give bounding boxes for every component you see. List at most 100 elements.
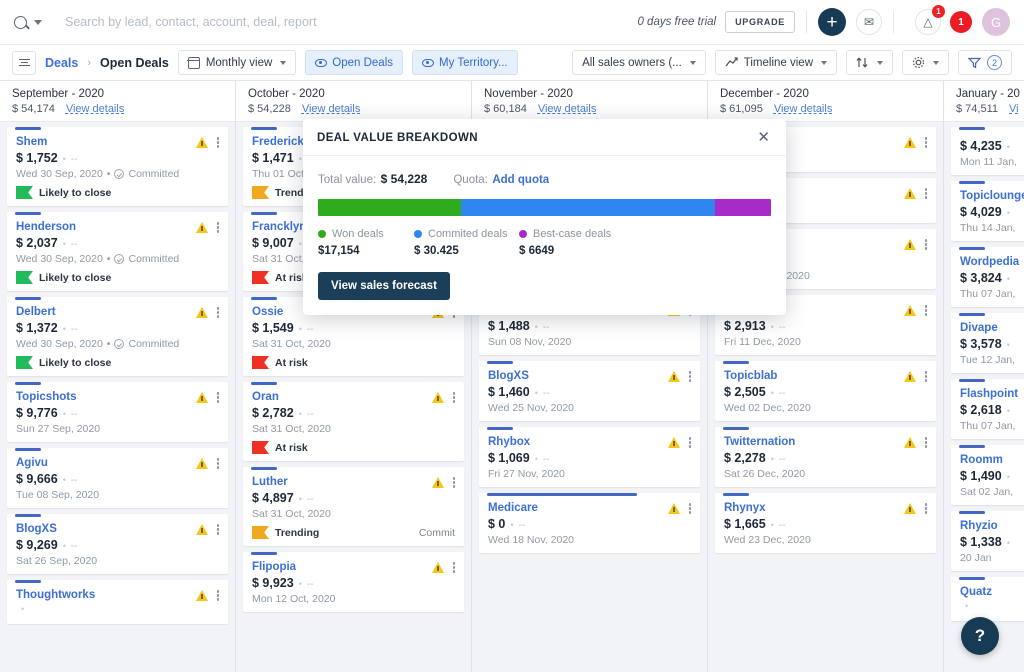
deal-name-link[interactable]: BlogXS — [16, 523, 219, 535]
warning-icon[interactable] — [904, 503, 916, 514]
alerts-badge[interactable]: 1 — [950, 11, 972, 33]
deal-name-link[interactable]: BlogXS — [488, 370, 691, 382]
filter-open-deals[interactable]: Open Deals — [305, 50, 403, 75]
deal-name-link[interactable]: Agivu — [16, 457, 219, 469]
warning-icon[interactable] — [196, 137, 208, 148]
deal-name-link[interactable]: Henderson — [16, 221, 219, 233]
add-quota-link[interactable]: Add quota — [492, 174, 549, 186]
filter-my-territory[interactable]: My Territory... — [412, 50, 518, 75]
deal-card[interactable]: Twitternation$ 2,278•--Sat 26 Dec, 2020 — [715, 427, 936, 487]
warning-icon[interactable] — [904, 437, 916, 448]
deal-card[interactable]: Topicblab$ 2,505•--Wed 02 Dec, 2020 — [715, 361, 936, 421]
warning-icon[interactable] — [904, 371, 916, 382]
settings-button[interactable] — [902, 50, 949, 75]
breadcrumb-deals[interactable]: Deals — [45, 56, 78, 70]
view-details-link[interactable]: View details — [66, 103, 125, 115]
sales-owners-select[interactable]: All sales owners (... — [572, 50, 706, 75]
warning-icon[interactable] — [668, 503, 680, 514]
search-scope-chevron-down-icon[interactable] — [34, 20, 42, 25]
deal-card[interactable]: Rhybox$ 1,069•--Fri 27 Nov, 2020 — [479, 427, 700, 487]
warning-icon[interactable] — [196, 458, 208, 469]
warning-icon[interactable] — [432, 562, 444, 573]
deal-card[interactable]: Shem$ 1,752•--Wed 30 Sep, 2020•Committed… — [7, 127, 228, 206]
more-options-icon[interactable] — [215, 305, 222, 320]
add-button[interactable]: + — [818, 8, 846, 36]
more-options-icon[interactable] — [923, 303, 930, 318]
deal-name-link[interactable]: Thoughtworks — [16, 589, 219, 601]
deal-card[interactable]: Topicshots$ 9,776•--Sun 27 Sep, 2020 — [7, 382, 228, 442]
warning-icon[interactable] — [668, 437, 680, 448]
more-options-icon[interactable] — [923, 186, 930, 201]
more-options-icon[interactable] — [687, 369, 694, 384]
more-options-icon[interactable] — [215, 456, 222, 471]
warning-icon[interactable] — [432, 477, 444, 488]
search-input[interactable] — [65, 15, 637, 29]
deal-card[interactable]: $ 4,235•Mon 11 Jan, — [951, 127, 1024, 175]
deal-name-link[interactable]: Flashpoint — [960, 388, 1024, 400]
deal-name-link[interactable]: Delbert — [16, 306, 219, 318]
deal-name-link[interactable]: Twitternation — [724, 436, 927, 448]
more-options-icon[interactable] — [923, 501, 930, 516]
deal-name-link[interactable]: Flipopia — [252, 561, 455, 573]
view-details-link[interactable]: View details — [302, 103, 361, 115]
deal-card[interactable]: Thoughtworks• — [7, 580, 228, 624]
notifications-bell-icon[interactable]: △ 1 — [915, 9, 941, 35]
view-details-link[interactable]: View details — [774, 103, 833, 115]
deal-card[interactable]: Flipopia$ 9,923•--Mon 12 Oct, 2020 — [243, 552, 464, 612]
deal-name-link[interactable]: Topiclounge — [960, 190, 1024, 202]
deal-card[interactable]: Flashpoint$ 2,618•Thu 07 Jan, — [951, 379, 1024, 439]
upgrade-button[interactable]: UPGRADE — [725, 11, 795, 33]
help-button[interactable]: ? — [961, 617, 999, 655]
deal-name-link[interactable]: Shem — [16, 136, 219, 148]
warning-icon[interactable] — [196, 524, 208, 535]
warning-icon[interactable] — [196, 392, 208, 403]
deal-name-link[interactable]: Rhybox — [488, 436, 691, 448]
more-options-icon[interactable] — [687, 435, 694, 450]
warning-icon[interactable] — [904, 137, 916, 148]
deal-name-link[interactable]: Rhyzio — [960, 520, 1024, 532]
deal-card[interactable]: Henderson$ 2,037•--Wed 30 Sep, 2020•Comm… — [7, 212, 228, 291]
deal-card[interactable]: Rhynyx$ 1,665•--Wed 23 Dec, 2020 — [715, 493, 936, 553]
deal-name-link[interactable]: Quatz — [960, 586, 1024, 598]
warning-icon[interactable] — [904, 305, 916, 316]
search-icon[interactable] — [14, 16, 27, 29]
deal-card[interactable]: Oran$ 2,782•--Sat 31 Oct, 2020At risk — [243, 382, 464, 461]
deal-card[interactable]: Quatz• — [951, 577, 1024, 621]
sort-button[interactable] — [846, 50, 893, 75]
more-options-icon[interactable] — [923, 237, 930, 252]
avatar[interactable]: G — [982, 8, 1010, 36]
warning-icon[interactable] — [196, 222, 208, 233]
deal-name-link[interactable]: Divape — [960, 322, 1024, 334]
warning-icon[interactable] — [196, 307, 208, 318]
mail-icon[interactable]: ✉ — [856, 9, 882, 35]
more-options-icon[interactable] — [215, 588, 222, 603]
deal-name-link[interactable]: Rhynyx — [724, 502, 927, 514]
more-options-icon[interactable] — [215, 390, 222, 405]
sidebar-toggle-icon[interactable] — [12, 51, 36, 75]
monthly-view-select[interactable]: Monthly view — [178, 50, 296, 75]
more-options-icon[interactable] — [451, 475, 458, 490]
deal-card[interactable]: BlogXS$ 9,269•--Sat 26 Sep, 2020 — [7, 514, 228, 574]
more-options-icon[interactable] — [923, 369, 930, 384]
view-sales-forecast-button[interactable]: View sales forecast — [318, 272, 450, 300]
filter-button[interactable]: 2 — [958, 50, 1012, 75]
more-options-icon[interactable] — [923, 135, 930, 150]
deal-name-link[interactable]: Luther — [252, 476, 455, 488]
deal-card[interactable]: Delbert$ 1,372•--Wed 30 Sep, 2020•Commit… — [7, 297, 228, 376]
deal-name-link[interactable]: Topicshots — [16, 391, 219, 403]
deal-card[interactable]: Medicare$ 0•--Wed 18 Nov, 2020 — [479, 493, 700, 553]
deal-card[interactable]: Luther$ 4,897•--Sat 31 Oct, 2020Trending… — [243, 467, 464, 546]
deal-card[interactable]: Roomm$ 1,490•Sat 02 Jan, — [951, 445, 1024, 505]
timeline-view-select[interactable]: Timeline view — [715, 50, 837, 75]
warning-icon[interactable] — [904, 188, 916, 199]
warning-icon[interactable] — [668, 371, 680, 382]
deal-name-link[interactable]: Oran — [252, 391, 455, 403]
deal-name-link[interactable]: Roomm — [960, 454, 1024, 466]
deal-card[interactable]: Agivu$ 9,666•--Tue 08 Sep, 2020 — [7, 448, 228, 508]
warning-icon[interactable] — [432, 392, 444, 403]
more-options-icon[interactable] — [215, 220, 222, 235]
deal-card[interactable]: Divape$ 3,578•Tue 12 Jan, — [951, 313, 1024, 373]
more-options-icon[interactable] — [215, 135, 222, 150]
deal-card[interactable]: BlogXS$ 1,460•--Wed 25 Nov, 2020 — [479, 361, 700, 421]
more-options-icon[interactable] — [451, 390, 458, 405]
